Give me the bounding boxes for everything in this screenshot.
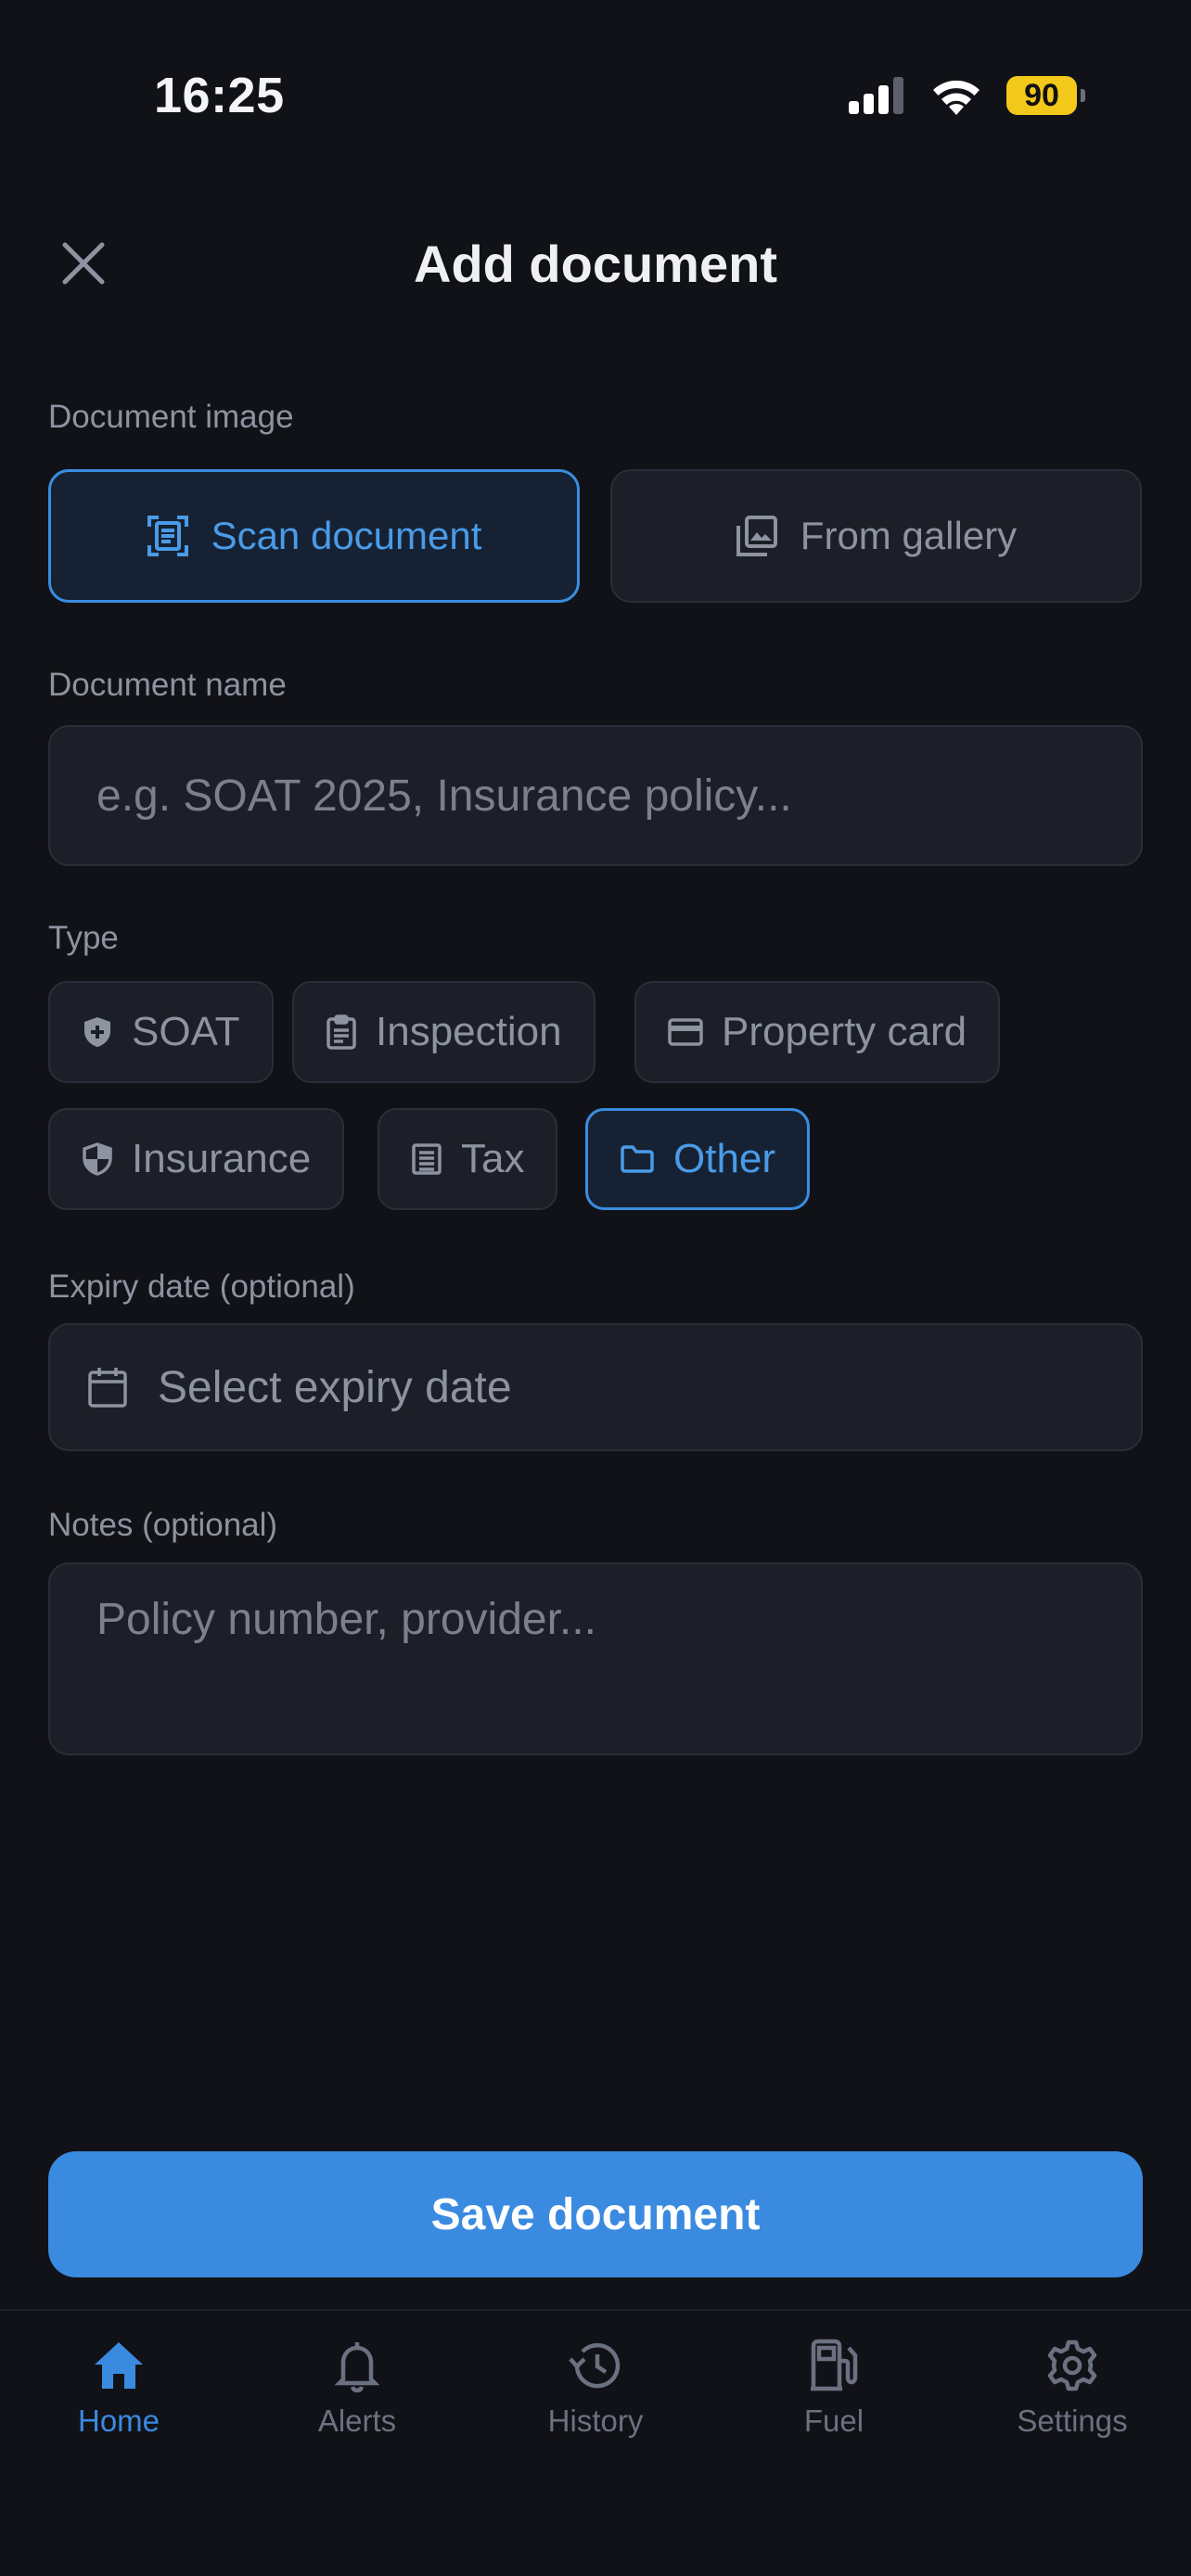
document-name-input[interactable] <box>96 770 1095 822</box>
wifi-icon <box>933 80 980 115</box>
battery-level: 90 <box>1006 76 1077 115</box>
document-image-label: Document image <box>48 399 294 435</box>
type-chip-property-card[interactable]: Property card <box>634 981 1001 1083</box>
save-document-button[interactable]: Save document <box>48 2151 1143 2277</box>
home-icon <box>95 2342 143 2389</box>
type-chip-insurance[interactable]: Insurance <box>48 1108 345 1210</box>
from-gallery-button[interactable]: From gallery <box>610 469 1142 603</box>
tab-settings[interactable]: Settings <box>970 2339 1174 2439</box>
type-chip-label: Other <box>673 1136 776 1181</box>
type-chip-label: Inspection <box>376 1009 562 1054</box>
document-name-label: Document name <box>48 667 287 703</box>
notes-field[interactable] <box>48 1562 1143 1755</box>
tab-label: Fuel <box>803 2404 864 2438</box>
expiry-date-picker[interactable]: Select expiry date <box>48 1323 1143 1451</box>
scan-icon <box>147 516 188 556</box>
battery-indicator: 90 <box>1006 76 1085 115</box>
type-chip-label: SOAT <box>132 1009 240 1054</box>
type-chip-label: Insurance <box>132 1136 312 1181</box>
battery-tip <box>1081 89 1085 102</box>
status-time: 16:25 <box>154 68 285 123</box>
clipboard-icon <box>327 1014 356 1050</box>
tab-label: History <box>547 2404 644 2438</box>
tab-history[interactable]: History <box>493 2339 698 2439</box>
scan-document-button[interactable]: Scan document <box>48 469 580 603</box>
tab-fuel[interactable]: Fuel <box>732 2339 936 2439</box>
tab-label: Home <box>77 2404 160 2438</box>
type-chip-tax[interactable]: Tax <box>378 1108 558 1210</box>
tab-label: Alerts <box>317 2404 397 2438</box>
expiry-date-label: Expiry date (optional) <box>48 1269 355 1305</box>
bottom-tab-bar: Home Alerts History Fuel Settings <box>0 2309 1191 2576</box>
calendar-icon <box>88 1368 127 1408</box>
tab-alerts[interactable]: Alerts <box>255 2339 459 2439</box>
close-button[interactable] <box>54 234 113 293</box>
receipt-icon <box>412 1143 442 1175</box>
scan-document-label: Scan document <box>211 514 482 557</box>
type-chip-other[interactable]: Other <box>585 1108 811 1210</box>
tab-home[interactable]: Home <box>17 2339 221 2439</box>
bell-icon <box>334 2342 380 2392</box>
fuel-icon <box>811 2339 858 2391</box>
gear-icon <box>1047 2340 1097 2391</box>
type-label: Type <box>48 920 119 956</box>
from-gallery-label: From gallery <box>800 514 1018 557</box>
history-icon <box>569 2342 621 2389</box>
type-chip-soat[interactable]: SOAT <box>48 981 274 1083</box>
shield-icon <box>83 1142 112 1176</box>
expiry-date-placeholder: Select expiry date <box>158 1362 512 1412</box>
type-chip-label: Property card <box>722 1009 967 1054</box>
card-icon <box>668 1018 703 1046</box>
type-chip-label: Tax <box>461 1136 525 1181</box>
page-title: Add document <box>414 235 777 293</box>
shield-plus-icon <box>84 1017 110 1047</box>
tab-label: Settings <box>1017 2404 1128 2438</box>
gallery-icon <box>736 516 777 556</box>
status-icons: 90 <box>849 72 1085 119</box>
notes-input[interactable] <box>96 1594 1095 1724</box>
document-name-field[interactable] <box>48 725 1143 866</box>
folder-icon <box>621 1145 654 1173</box>
type-chip-inspection[interactable]: Inspection <box>292 981 596 1083</box>
notes-label: Notes (optional) <box>48 1507 278 1543</box>
close-icon <box>62 242 105 285</box>
cellular-signal-icon <box>849 77 903 114</box>
